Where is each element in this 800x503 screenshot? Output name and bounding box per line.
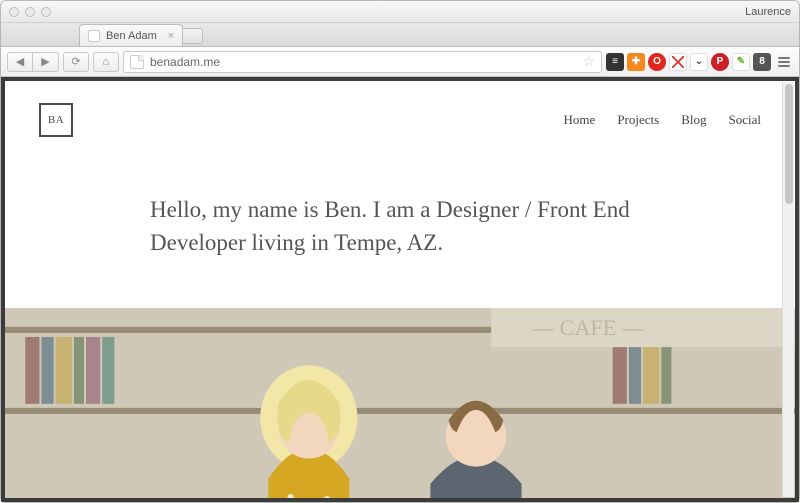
intro-heading: Hello, my name is Ben. I am a Designer /… <box>150 193 650 260</box>
orange-extension-icon[interactable]: ✚ <box>627 53 645 71</box>
buffer-icon[interactable]: ≡ <box>606 53 624 71</box>
hero-image: — CAFE — <box>5 308 795 498</box>
page-icon <box>130 55 144 69</box>
nav-social[interactable]: Social <box>729 112 762 128</box>
close-window-icon[interactable] <box>9 7 19 17</box>
pocket-icon[interactable]: ⌄ <box>690 53 708 71</box>
site-header: BA Home Projects Blog Social <box>5 81 795 137</box>
zoom-window-icon[interactable] <box>41 7 51 17</box>
nav-blog[interactable]: Blog <box>681 112 706 128</box>
url-text: benadam.me <box>150 55 220 69</box>
tab-close-icon[interactable]: × <box>168 30 174 42</box>
nav-buttons: ◀ ▶ <box>7 52 59 72</box>
profile-name[interactable]: Laurence <box>745 6 791 18</box>
scrollbar-thumb[interactable] <box>785 84 793 204</box>
forward-button[interactable]: ▶ <box>33 52 59 72</box>
tab-active[interactable]: Ben Adam × <box>79 24 183 46</box>
site-logo[interactable]: BA <box>39 103 73 137</box>
titlebar: Laurence <box>1 1 799 23</box>
evernote-icon[interactable]: ✎ <box>732 53 750 71</box>
back-button[interactable]: ◀ <box>7 52 33 72</box>
bookmark-star-icon[interactable]: ☆ <box>582 53 595 70</box>
chrome-menu-icon[interactable] <box>775 53 793 71</box>
home-button[interactable]: ⌂ <box>93 52 119 72</box>
gmail-icon[interactable] <box>669 53 687 71</box>
address-bar[interactable]: benadam.me ☆ <box>123 51 602 73</box>
new-tab-button[interactable] <box>183 28 203 44</box>
toolbar: ◀ ▶ ⟳ ⌂ benadam.me ☆ ≡ ✚ O ⌄ P ✎ 8 <box>1 47 799 77</box>
reload-button[interactable]: ⟳ <box>63 52 89 72</box>
tab-strip: Ben Adam × <box>1 23 799 47</box>
counter-badge-icon[interactable]: 8 <box>753 53 771 71</box>
favicon-icon <box>88 30 100 42</box>
browser-window: Laurence Ben Adam × ◀ ▶ ⟳ ⌂ benadam.me ☆… <box>0 0 800 503</box>
extensions: ≡ ✚ O ⌄ P ✎ 8 <box>606 53 771 71</box>
minimize-window-icon[interactable] <box>25 7 35 17</box>
intro-section: Hello, my name is Ben. I am a Designer /… <box>130 193 670 260</box>
viewport: BA Home Projects Blog Social Hello, my n… <box>1 77 799 502</box>
pinterest-icon[interactable]: P <box>711 53 729 71</box>
nav-home[interactable]: Home <box>564 112 596 128</box>
page-content: BA Home Projects Blog Social Hello, my n… <box>5 81 795 498</box>
nav-projects[interactable]: Projects <box>617 112 659 128</box>
window-controls <box>9 7 51 17</box>
svg-text:— CAFE —: — CAFE — <box>531 315 645 340</box>
opera-icon[interactable]: O <box>648 53 666 71</box>
scrollbar[interactable] <box>782 82 794 497</box>
site-nav: Home Projects Blog Social <box>564 112 761 128</box>
tab-title: Ben Adam <box>106 30 157 42</box>
